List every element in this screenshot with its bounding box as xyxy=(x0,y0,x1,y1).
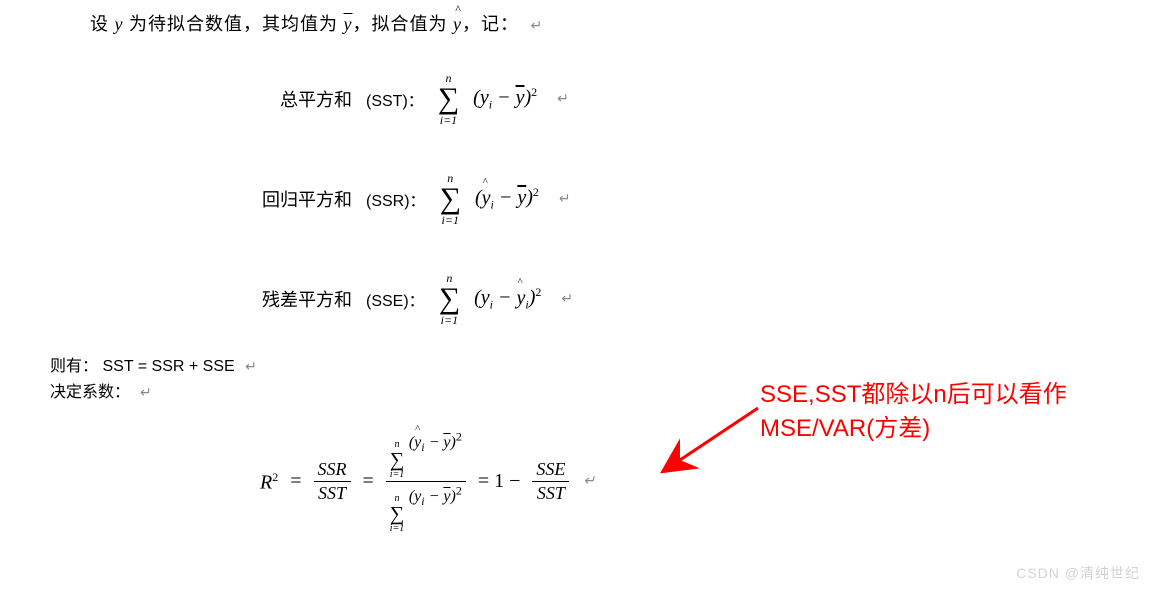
note-identity: 则有： SST = SSR + SSE ↵ xyxy=(50,352,257,376)
eq-ssr-term: (yi − y)2 xyxy=(475,185,539,213)
annotation-line-1: SSE,SST都除以n后可以看作 xyxy=(760,378,1067,412)
note-identity-formula: SST = SSR + SSE xyxy=(102,358,234,375)
return-mark: ↵ xyxy=(245,358,257,374)
eq-r2-tail-prefix: = 1 − xyxy=(474,470,525,493)
eq-ssr-row: 回归平方和 (SSR)： n ∑ i=1 (yi − y)2 ↵ xyxy=(262,172,571,226)
eq-sse-paren: (SSE)： xyxy=(366,287,425,311)
return-mark: ↵ xyxy=(140,386,152,401)
return-mark: ↵ xyxy=(559,191,571,208)
return-mark: ↵ xyxy=(561,291,573,308)
eq-sst-row: 总平方和 (SST)： n ∑ i=1 (yi − y)2 ↵ xyxy=(280,72,569,126)
note-identity-prefix: 则有： xyxy=(50,358,98,375)
eq-r2-lhs: R2 xyxy=(260,470,278,495)
sum-icon: n ∑ i=1 xyxy=(439,272,460,326)
annotation-text: SSE,SST都除以n后可以看作 MSE/VAR(方差) xyxy=(760,378,1067,445)
return-mark: ↵ xyxy=(531,19,544,34)
eq-sse-term: (yi − yi)2 xyxy=(474,285,541,313)
eq-sse-row: 残差平方和 (SSE)： n ∑ i=1 (yi − yi)2 ↵ xyxy=(262,272,573,326)
return-mark: ↵ xyxy=(583,473,595,490)
frac-ssr-sst: SSR SST xyxy=(314,459,351,504)
sum-icon: n ∑ i=1 xyxy=(440,172,461,226)
eq-ssr-paren: (SSR)： xyxy=(366,187,426,211)
eq-r2: R2 = SSR SST = n ∑ i=1 (yi − y)2 n ∑ xyxy=(260,430,595,534)
note-coeff: 决定系数： ↵ xyxy=(50,378,152,402)
intro-line: 设 y 为待拟合数值，其均值为 y，拟合值为 y，记： ↵ xyxy=(90,10,543,36)
intro-text: 设 y 为待拟合数值，其均值为 y，拟合值为 y，记： xyxy=(90,14,519,34)
sum-icon: n ∑ i=1 xyxy=(438,72,459,126)
watermark: CSDN @清纯世纪 xyxy=(1016,563,1140,583)
sum-icon: n ∑ i=1 xyxy=(390,494,405,534)
return-mark: ↵ xyxy=(557,91,569,108)
annotation-line-2: MSE/VAR(方差) xyxy=(760,412,1067,446)
eq-sst-label: 总平方和 xyxy=(280,86,352,112)
frac-sse-sst: SSE SST xyxy=(532,459,569,504)
sum-icon: n ∑ i=1 xyxy=(390,440,405,480)
document-page: 设 y 为待拟合数值，其均值为 y，拟合值为 y，记： ↵ 总平方和 (SST)：… xyxy=(0,0,1152,589)
eq-sst-paren: (SST)： xyxy=(366,87,424,111)
eq-ssr-label: 回归平方和 xyxy=(262,186,352,212)
frac-sums: n ∑ i=1 (yi − y)2 n ∑ i=1 (yi − y)2 xyxy=(386,430,466,534)
eq-sse-label: 残差平方和 xyxy=(262,286,352,312)
eq-sst-term: (yi − y)2 xyxy=(473,85,537,113)
